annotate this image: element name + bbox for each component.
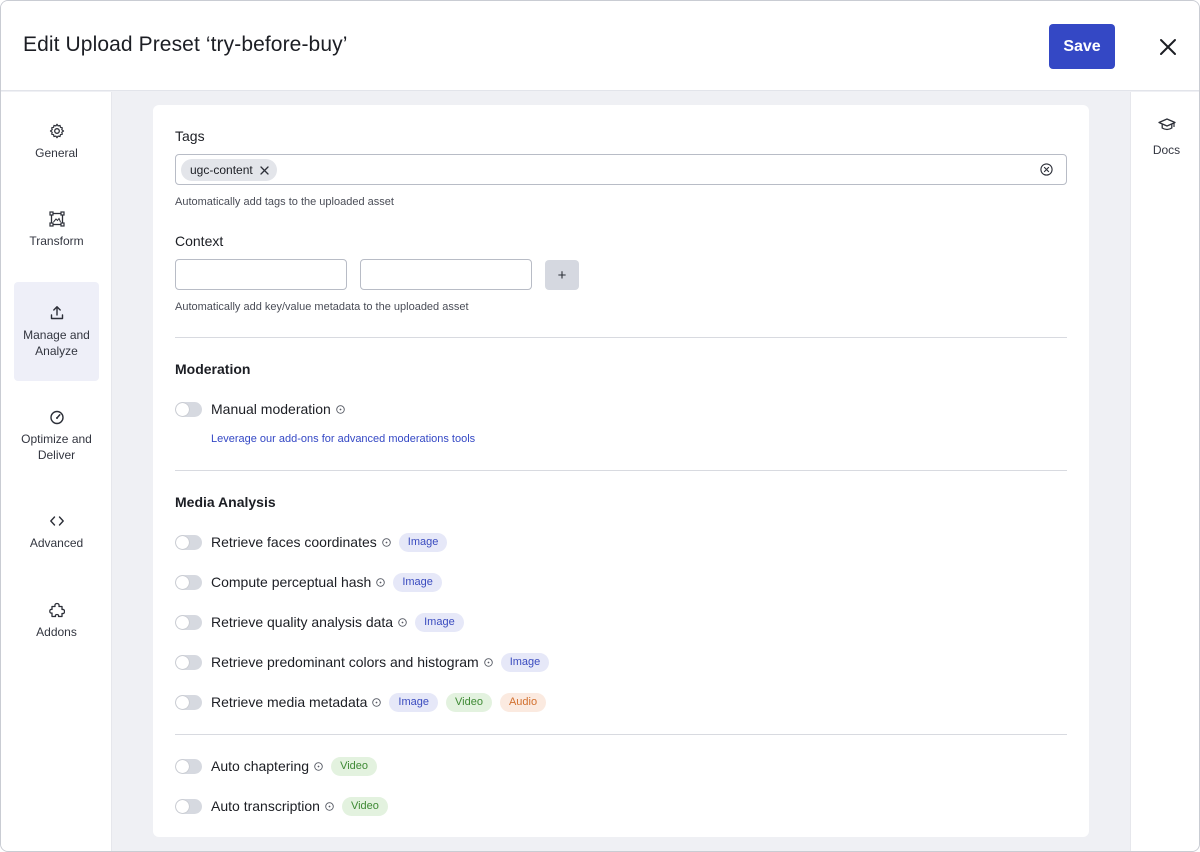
image-badge: Image xyxy=(415,612,464,632)
context-value-input[interactable] xyxy=(360,259,532,290)
moderation-section-title: Moderation xyxy=(175,361,251,377)
auto-transcription-toggle[interactable] xyxy=(175,798,202,814)
info-icon[interactable] xyxy=(336,404,345,414)
right-rail: Docs xyxy=(1130,92,1199,851)
audio-badge: Audio xyxy=(499,692,547,712)
info-icon[interactable] xyxy=(376,577,386,587)
save-button[interactable]: Save xyxy=(1049,24,1115,69)
sidebar-item-general[interactable]: General xyxy=(14,92,99,191)
option-label: Retrieve media metadata xyxy=(211,694,368,710)
tags-input[interactable]: ugc-content xyxy=(175,154,1067,185)
crop-icon xyxy=(48,210,66,228)
sidebar-item-label: Advanced xyxy=(29,536,84,550)
add-context-button[interactable]: + xyxy=(545,260,579,290)
docs-label: Docs xyxy=(1152,143,1181,157)
tags-help-text: Automatically add tags to the uploaded a… xyxy=(175,196,394,208)
upload-icon xyxy=(48,304,66,322)
image-badge: Image xyxy=(389,692,438,712)
context-key-input[interactable] xyxy=(175,259,347,290)
tag-chip: ugc-content xyxy=(181,159,277,181)
sidebar-item-manage-and-analyze[interactable]: Manage and Analyze xyxy=(14,282,99,381)
header-bar: Edit Upload Preset ‘try-before-buy’ Save xyxy=(1,1,1199,91)
code-icon xyxy=(48,512,66,530)
option-row-quality-analysis: Retrieve quality analysis data Image xyxy=(175,611,464,633)
option-label: Compute perceptual hash xyxy=(211,574,372,590)
video-badge: Video xyxy=(331,756,378,776)
quality-analysis-toggle[interactable] xyxy=(175,614,202,630)
close-icon[interactable] xyxy=(1155,34,1181,60)
divider xyxy=(175,734,1067,735)
docs-link[interactable]: Docs xyxy=(1131,116,1199,158)
modal-frame: Edit Upload Preset ‘try-before-buy’ Save… xyxy=(0,0,1200,852)
settings-card: Tags ugc-content Automatically add tags … xyxy=(153,105,1089,837)
divider xyxy=(175,337,1067,338)
image-badge: Image xyxy=(393,572,442,592)
info-icon[interactable] xyxy=(325,801,334,811)
info-icon[interactable] xyxy=(372,697,382,707)
info-icon[interactable] xyxy=(314,761,323,771)
sidebar-item-label: Addons xyxy=(36,625,77,639)
clear-all-icon[interactable] xyxy=(1040,163,1053,176)
info-icon[interactable] xyxy=(483,657,493,667)
option-row-faces-coordinates: Retrieve faces coordinates Image xyxy=(175,531,448,553)
info-icon[interactable] xyxy=(382,537,391,547)
image-badge: Image xyxy=(500,652,550,672)
sidebar-item-label: General xyxy=(35,146,78,160)
graduation-cap-icon xyxy=(1157,116,1176,134)
sidebar-item-advanced[interactable]: Advanced xyxy=(14,482,99,581)
sidebar-item-label: Optimize and Deliver xyxy=(21,432,92,462)
option-row-media-metadata: Retrieve media metadata Image Video Audi… xyxy=(175,691,547,713)
perceptual-hash-toggle[interactable] xyxy=(175,574,202,590)
option-row-perceptual-hash: Compute perceptual hash Image xyxy=(175,571,442,593)
moderation-addons-link[interactable]: Leverage our add-ons for advanced modera… xyxy=(211,433,475,445)
media-metadata-toggle[interactable] xyxy=(175,694,202,710)
context-help-text: Automatically add key/value metadata to … xyxy=(175,301,469,313)
context-label: Context xyxy=(175,233,224,249)
option-row-auto-chaptering: Auto chaptering Video xyxy=(175,755,378,777)
puzzle-icon xyxy=(48,601,66,619)
option-row-auto-transcription: Auto transcription Video xyxy=(175,795,388,817)
sidebar-item-optimize-and-deliver[interactable]: Optimize and Deliver xyxy=(14,386,99,485)
remove-tag-icon[interactable] xyxy=(260,165,269,175)
sidebar-item-label: Transform xyxy=(29,234,84,248)
media-analysis-section-title: Media Analysis xyxy=(175,494,276,510)
option-label: Manual moderation xyxy=(211,401,331,417)
gauge-icon xyxy=(48,408,66,426)
tag-chip-label: ugc-content xyxy=(190,163,253,177)
option-label: Retrieve predominant colors and histogra… xyxy=(211,654,479,670)
sidebar-item-addons[interactable]: Addons xyxy=(14,571,99,670)
option-label: Auto chaptering xyxy=(211,758,310,774)
auto-chaptering-toggle[interactable] xyxy=(175,758,202,774)
video-badge: Video xyxy=(446,692,492,712)
tags-label: Tags xyxy=(175,128,205,144)
image-badge: Image xyxy=(398,532,448,552)
manual-moderation-row: Manual moderation xyxy=(175,398,345,420)
predominant-colors-toggle[interactable] xyxy=(175,654,202,670)
sidebar: General Transform Manage and Analyze Opt… xyxy=(1,92,112,851)
video-badge: Video xyxy=(341,796,388,816)
faces-coordinates-toggle[interactable] xyxy=(175,534,202,550)
info-icon[interactable] xyxy=(398,617,407,627)
divider xyxy=(175,470,1067,471)
sidebar-item-label: Manage and Analyze xyxy=(23,328,90,358)
option-row-predominant-colors: Retrieve predominant colors and histogra… xyxy=(175,651,550,673)
page-title: Edit Upload Preset ‘try-before-buy’ xyxy=(23,33,348,56)
manual-moderation-toggle[interactable] xyxy=(175,401,202,417)
option-label: Auto transcription xyxy=(211,798,320,814)
option-label: Retrieve quality analysis data xyxy=(211,614,394,630)
gear-icon xyxy=(48,122,66,140)
sidebar-item-transform[interactable]: Transform xyxy=(14,180,99,279)
option-label: Retrieve faces coordinates xyxy=(211,534,377,550)
